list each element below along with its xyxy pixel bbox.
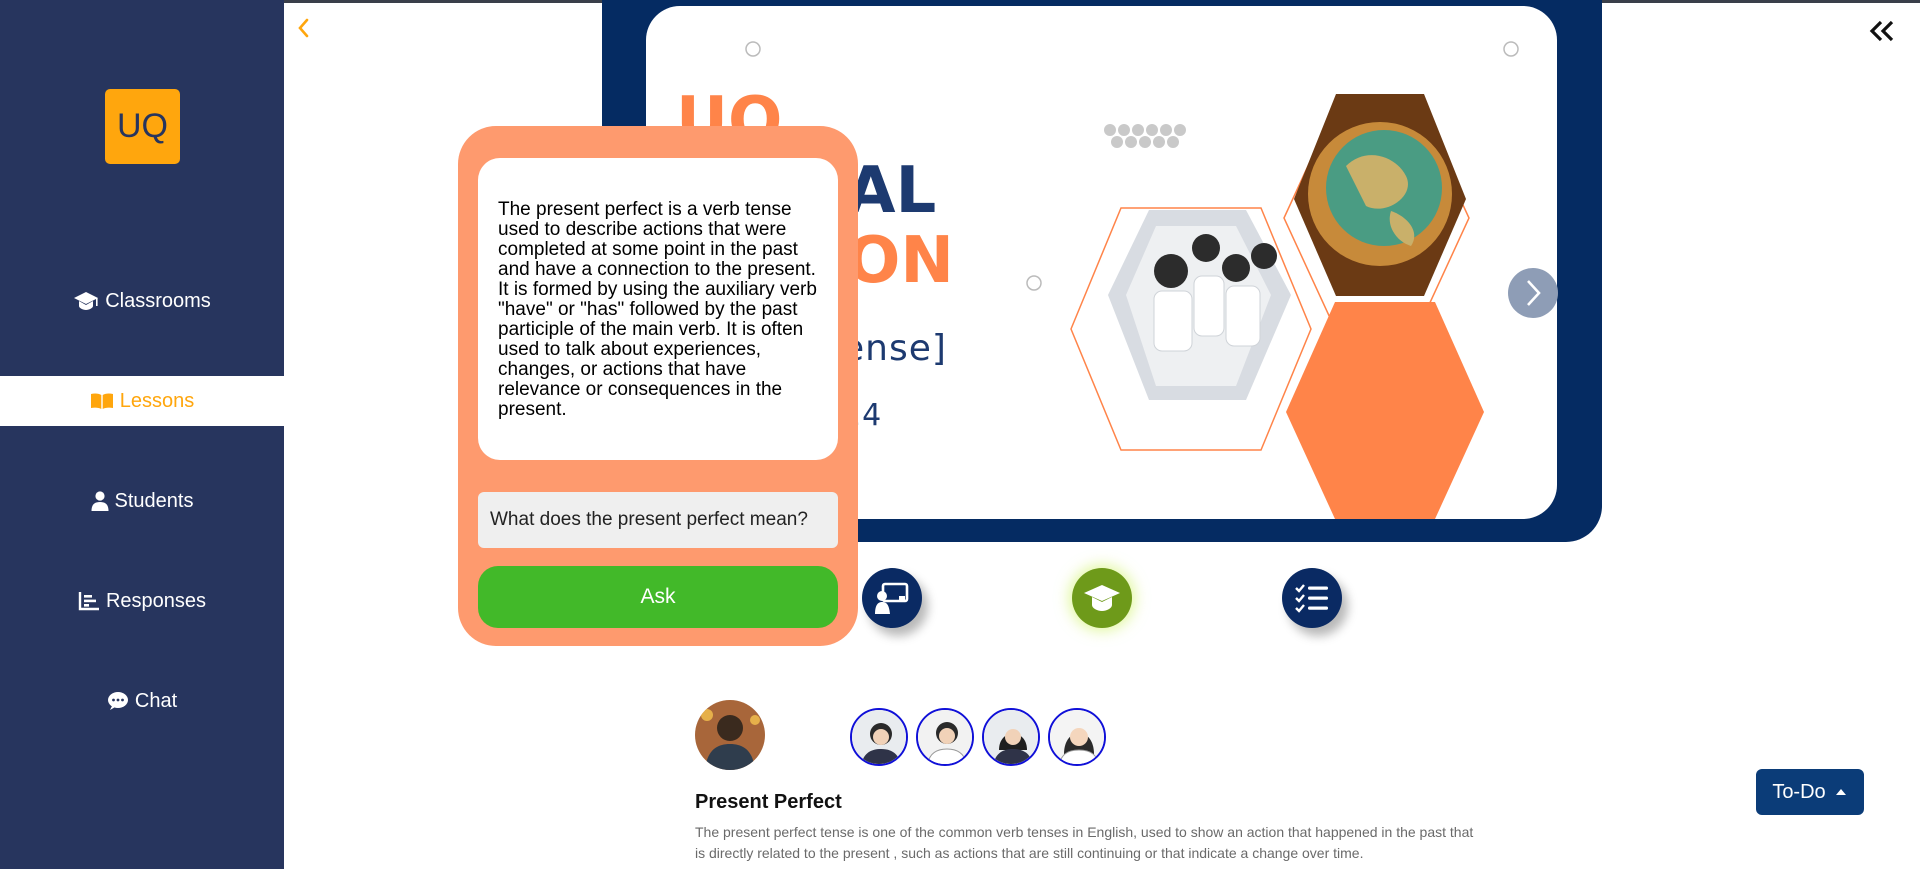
ai-chat-popup: The present perfect is a verb tense used…	[458, 126, 858, 646]
next-slide-button[interactable]	[1508, 268, 1558, 318]
todo-button[interactable]: To-Do	[1756, 769, 1864, 815]
comment-icon	[107, 692, 128, 710]
sidebar-item-label: Lessons	[119, 389, 195, 412]
graduation-button[interactable]	[1072, 568, 1132, 628]
bar-chart-icon	[78, 592, 99, 611]
student-avatar[interactable]	[982, 708, 1040, 766]
student-avatar[interactable]	[850, 708, 908, 766]
teacher-avatar[interactable]	[695, 700, 765, 770]
sidebar-item-responses[interactable]: Responses	[0, 576, 284, 626]
checklist-button[interactable]	[1282, 568, 1342, 628]
student-avatar[interactable]	[1048, 708, 1106, 766]
sidebar-item-chat[interactable]: Chat	[0, 676, 284, 726]
sidebar-item-students[interactable]: Students	[0, 476, 284, 526]
book-open-icon	[90, 393, 113, 409]
sidebar-item-classrooms[interactable]: Classrooms	[0, 276, 284, 326]
logo[interactable]: UQ	[105, 89, 180, 164]
sidebar-item-label: Chat	[134, 689, 178, 712]
graduation-cap-icon	[74, 292, 99, 310]
lesson-title: Present Perfect	[695, 791, 842, 813]
question-input[interactable]	[478, 492, 838, 548]
ask-button[interactable]: Ask	[478, 566, 838, 628]
sidebar: UQ Classrooms Lessons Students Responses…	[0, 0, 284, 869]
logo-text: UQ	[117, 107, 168, 145]
sidebar-item-label: Responses	[105, 589, 207, 612]
teacher-photo	[695, 700, 765, 770]
sidebar-item-label: Students	[114, 489, 194, 512]
sidebar-item-lessons[interactable]: Lessons	[0, 376, 284, 426]
presentation-button[interactable]	[862, 568, 922, 628]
todo-label: To-Do	[1772, 780, 1826, 803]
student-avatar[interactable]	[916, 708, 974, 766]
caret-up-icon	[1835, 789, 1846, 795]
double-chevron-left-icon[interactable]	[1868, 18, 1896, 44]
lesson-description: The present perfect tense is one of the …	[695, 824, 1474, 861]
checklist-icon	[1295, 584, 1328, 613]
presentation-icon	[875, 582, 909, 614]
graduation-cap-icon	[1084, 585, 1120, 611]
answer-text: The present perfect is a verb tense used…	[478, 158, 838, 460]
back-chevron-icon[interactable]	[296, 16, 310, 40]
user-icon	[91, 491, 109, 511]
sidebar-item-label: Classrooms	[105, 289, 211, 312]
chevron-right-icon	[1527, 280, 1541, 306]
